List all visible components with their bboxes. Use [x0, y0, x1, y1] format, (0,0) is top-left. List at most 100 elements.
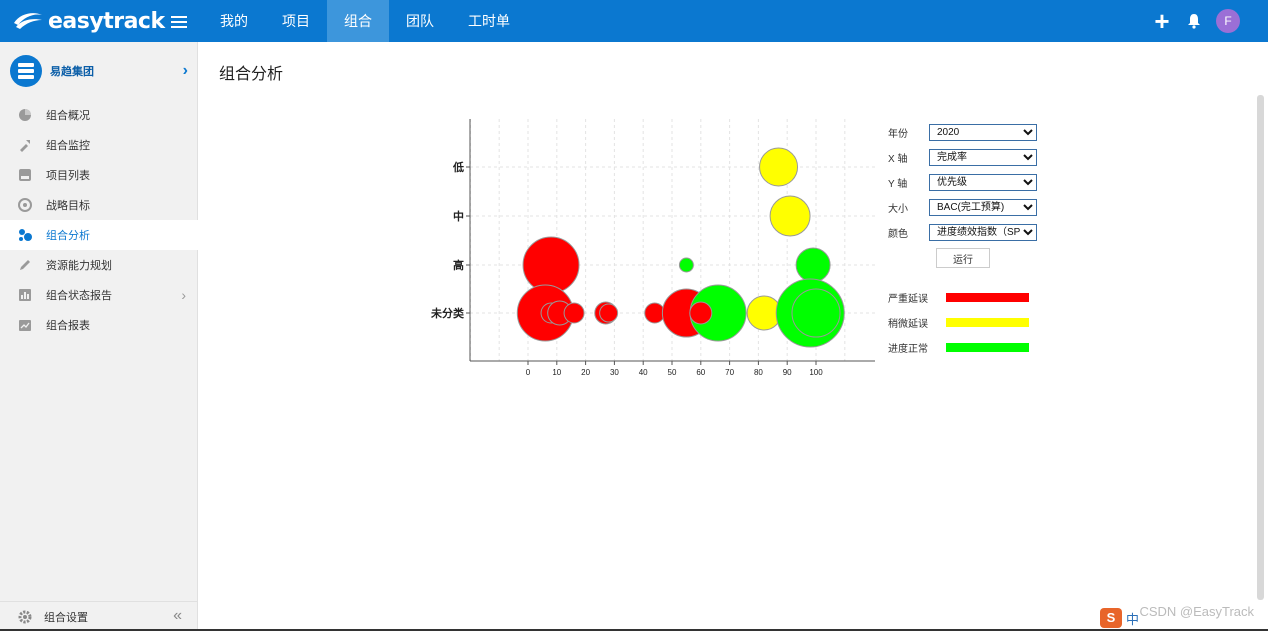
sidebar-item-label: 组合报表	[46, 320, 90, 332]
y-axis-select[interactable]: 优先级	[929, 174, 1037, 191]
legend-item-normal: 进度正常	[888, 335, 1029, 360]
sidebar-footer: 组合设置 «	[0, 601, 198, 631]
settings-label[interactable]: 组合设置	[44, 609, 88, 625]
target-icon	[18, 198, 32, 212]
bubble-normal	[791, 288, 841, 338]
watermark: CSDN @EasyTrack	[1139, 604, 1254, 619]
y-axis-label: Y 轴	[888, 179, 908, 190]
sidebar: 易趋集团 › 组合概况 组合监控 项目列表 战略目标 组合分析 资源能力规划 组…	[0, 42, 198, 631]
legend-label: 稍微延误	[888, 319, 928, 330]
logo[interactable]: easytrack	[12, 6, 165, 36]
x-tick-label: 70	[725, 368, 734, 377]
sidebar-item-reports[interactable]: 组合报表	[0, 310, 198, 340]
bubble-normal	[678, 257, 694, 273]
top-bar: easytrack 我的 项目 组合 团队 工时单 + F	[0, 0, 1268, 42]
chevron-right-icon[interactable]: ›	[181, 287, 186, 303]
gear-icon[interactable]	[18, 610, 32, 624]
legend-swatch	[946, 293, 1029, 302]
nav-item-projects[interactable]: 项目	[265, 0, 327, 42]
x-tick-label: 10	[552, 368, 561, 377]
collapse-sidebar-icon[interactable]: «	[173, 607, 182, 625]
sidebar-item-label: 组合状态报告	[46, 290, 112, 302]
x-tick-label: 90	[783, 368, 792, 377]
scrollbar[interactable]	[1257, 95, 1264, 600]
nav-item-timesheet[interactable]: 工时单	[451, 0, 527, 42]
ime-mode-label[interactable]: 中	[1126, 609, 1139, 628]
legend-swatch	[946, 318, 1029, 327]
sidebar-item-overview[interactable]: 组合概况	[0, 100, 198, 130]
year-select[interactable]: 2020	[929, 124, 1037, 141]
x-tick-label: 0	[526, 368, 531, 377]
bubble-slight	[759, 147, 799, 187]
sidebar-item-strategy[interactable]: 战略目标	[0, 190, 198, 220]
legend-label: 进度正常	[888, 344, 928, 355]
main-nav: 我的 项目 组合 团队 工时单	[203, 0, 527, 42]
bar-chart-icon	[18, 288, 32, 302]
legend-item-slight: 稍微延误	[888, 310, 1029, 335]
x-axis-select[interactable]: 完成率	[929, 149, 1037, 166]
wrench-icon	[18, 138, 32, 152]
size-row: 大小 BAC(完工预算)	[888, 195, 1048, 220]
size-label: 大小	[888, 204, 908, 215]
add-icon[interactable]: +	[1152, 8, 1172, 34]
bubbles-icon	[18, 228, 32, 242]
sidebar-item-label: 组合概况	[46, 110, 90, 122]
sogou-icon[interactable]: S	[1100, 608, 1122, 628]
menu-toggle-icon[interactable]	[171, 13, 187, 29]
logo-swoosh-icon	[14, 13, 42, 29]
sidebar-item-monitor[interactable]: 组合监控	[0, 130, 198, 160]
sidebar-item-label: 资源能力规划	[46, 260, 112, 272]
sidebar-item-label: 组合监控	[46, 140, 90, 152]
x-tick-label: 80	[754, 368, 763, 377]
x-axis-row: X 轴 完成率	[888, 145, 1048, 170]
color-select[interactable]: 进度绩效指数（SPI）	[929, 224, 1037, 241]
bubble-severe	[689, 301, 713, 325]
x-tick-label: 100	[809, 368, 823, 377]
bubble-severe	[644, 302, 666, 324]
nav-item-mine[interactable]: 我的	[203, 0, 265, 42]
org-selector[interactable]: 易趋集团 ›	[0, 42, 198, 100]
x-tick-label: 60	[696, 368, 705, 377]
ime-tray: S 中	[1100, 608, 1139, 628]
legend-item-severe: 严重延误	[888, 285, 1029, 310]
bubble-normal	[795, 247, 831, 283]
page-title: 组合分析	[219, 66, 284, 83]
bell-icon[interactable]	[1186, 13, 1202, 29]
sidebar-item-label: 战略目标	[46, 200, 90, 212]
y-axis-row: Y 轴 优先级	[888, 170, 1048, 195]
avatar[interactable]: F	[1216, 9, 1240, 33]
nav-item-team[interactable]: 团队	[389, 0, 451, 42]
pie-icon	[18, 108, 32, 122]
sidebar-item-resource-planning[interactable]: 资源能力规划	[0, 250, 198, 280]
top-actions: + F	[1152, 0, 1240, 42]
sidebar-item-project-list[interactable]: 项目列表	[0, 160, 198, 190]
y-tick-label: 中	[453, 209, 464, 223]
sidebar-item-status-report[interactable]: 组合状态报告 ›	[0, 280, 198, 310]
logo-text: easytrack	[48, 8, 165, 34]
org-icon	[10, 55, 42, 87]
sidebar-item-label: 组合分析	[46, 230, 90, 242]
nav-item-portfolio[interactable]: 组合	[327, 0, 389, 42]
color-label: 颜色	[888, 229, 908, 240]
bubble-slight	[769, 195, 811, 237]
y-tick-label: 未分类	[430, 306, 465, 320]
color-row: 颜色 进度绩效指数（SPI）	[888, 220, 1048, 245]
x-tick-label: 20	[581, 368, 590, 377]
list-icon	[18, 168, 32, 182]
bubble-chart: 未分类 高 中 低 0 10 20 30 40 50 60 70 80 90 100	[430, 119, 875, 377]
x-tick-label: 40	[639, 368, 648, 377]
sidebar-item-analysis[interactable]: 组合分析	[0, 220, 198, 250]
y-tick-label: 高	[453, 258, 464, 272]
run-button[interactable]: 运行	[936, 248, 990, 268]
year-label: 年份	[888, 129, 908, 140]
report-icon	[18, 318, 32, 332]
pencil-icon	[18, 258, 32, 272]
legend: 严重延误 稍微延误 进度正常	[888, 285, 1029, 360]
x-tick-label: 50	[668, 368, 677, 377]
chevron-right-icon[interactable]: ›	[183, 62, 188, 80]
year-row: 年份 2020	[888, 120, 1048, 145]
sidebar-item-label: 项目列表	[46, 170, 90, 182]
sidebar-menu: 组合概况 组合监控 项目列表 战略目标 组合分析 资源能力规划 组合状态报告 ›	[0, 100, 198, 340]
chart-controls: 年份 2020 X 轴 完成率 Y 轴 优先级 大小 BAC(完工预算) 颜色 …	[888, 120, 1048, 355]
size-select[interactable]: BAC(完工预算)	[929, 199, 1037, 216]
